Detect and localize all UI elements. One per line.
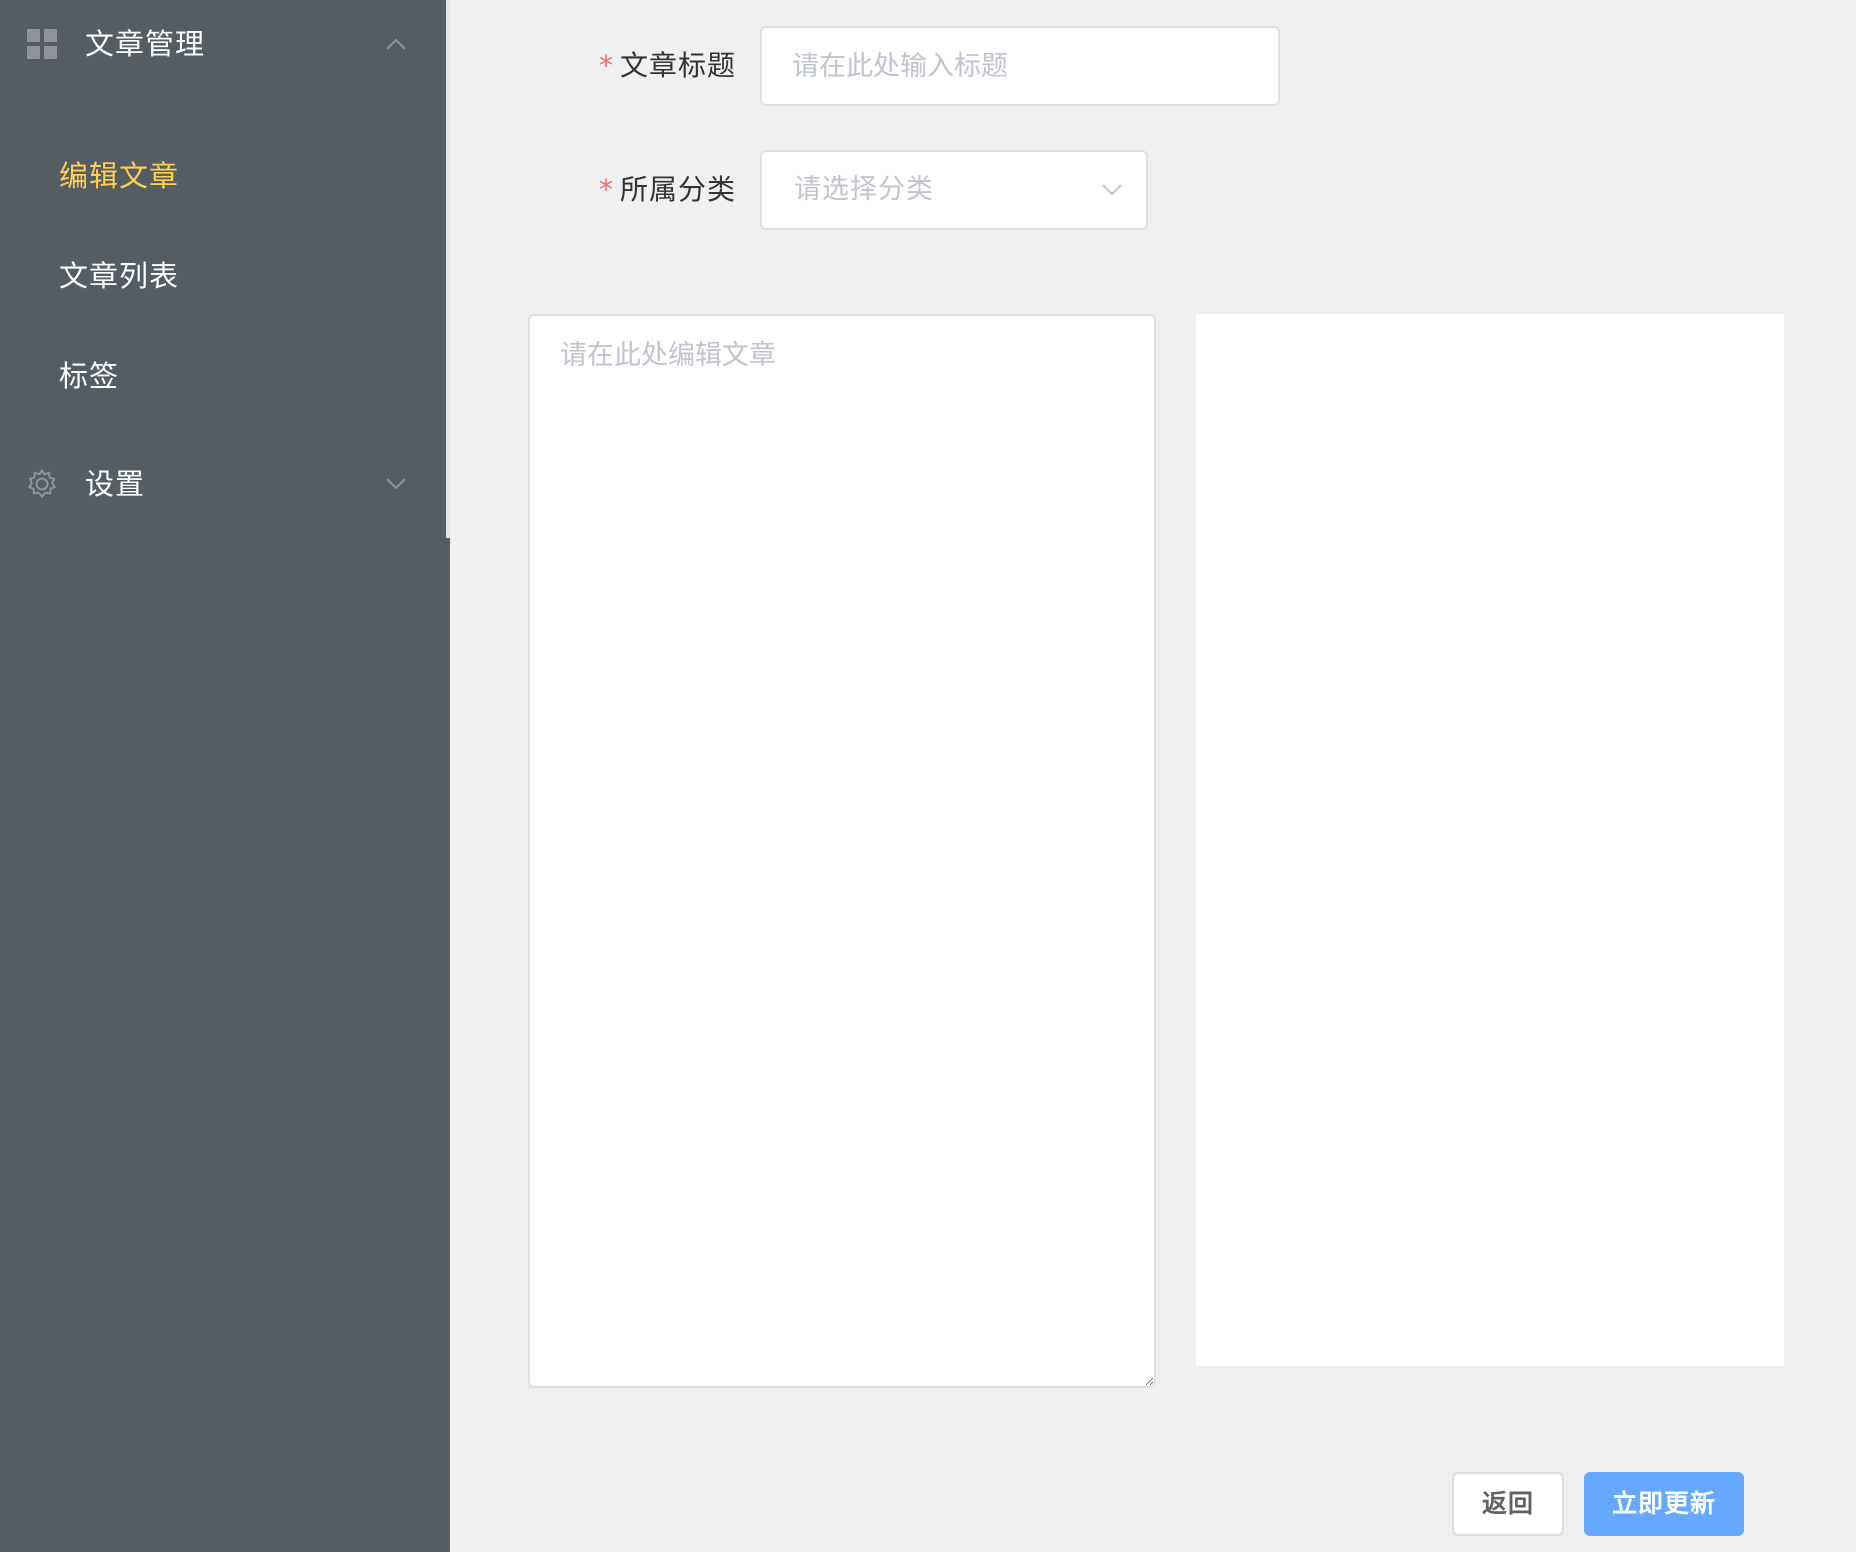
required-mark: * [598,173,614,206]
sidebar-item-edit-article[interactable]: 编辑文章 [0,126,446,226]
category-select[interactable]: 请选择分类 [760,150,1148,230]
menu-group-label: 文章管理 [85,27,206,61]
back-button[interactable]: 返回 [1452,1472,1564,1536]
sidebar-item-label: 标签 [59,359,120,393]
title-input[interactable] [760,26,1280,106]
menu-group-label: 设置 [85,467,146,501]
category-label: * 所属分类 [599,150,736,230]
sidebar-item-article-list[interactable]: 文章列表 [0,226,446,326]
menu-group-settings[interactable]: 设置 [0,440,446,528]
required-mark: * [598,49,614,82]
article-content-editor[interactable] [528,314,1156,1388]
sidebar-divider [446,0,450,538]
gear-icon [27,468,57,498]
category-label-text: 所属分类 [619,173,736,206]
chevron-down-icon [386,478,406,490]
chevron-down-icon [1102,184,1122,196]
sidebar-item-label: 编辑文章 [59,159,180,193]
sidebar-item-label: 文章列表 [59,259,180,293]
update-button[interactable]: 立即更新 [1584,1472,1744,1536]
title-label-text: 文章标题 [619,49,736,82]
title-label: * 文章标题 [599,26,736,106]
category-placeholder: 请选择分类 [794,174,934,205]
sidebar-item-tags[interactable]: 标签 [0,326,446,426]
sidebar: 文章管理 编辑文章 文章列表 标签 设置 [0,0,450,1552]
chevron-up-icon [386,38,406,50]
menu-group-article-management[interactable]: 文章管理 [0,0,446,88]
markdown-preview [1196,314,1784,1366]
grid-icon [27,29,57,59]
